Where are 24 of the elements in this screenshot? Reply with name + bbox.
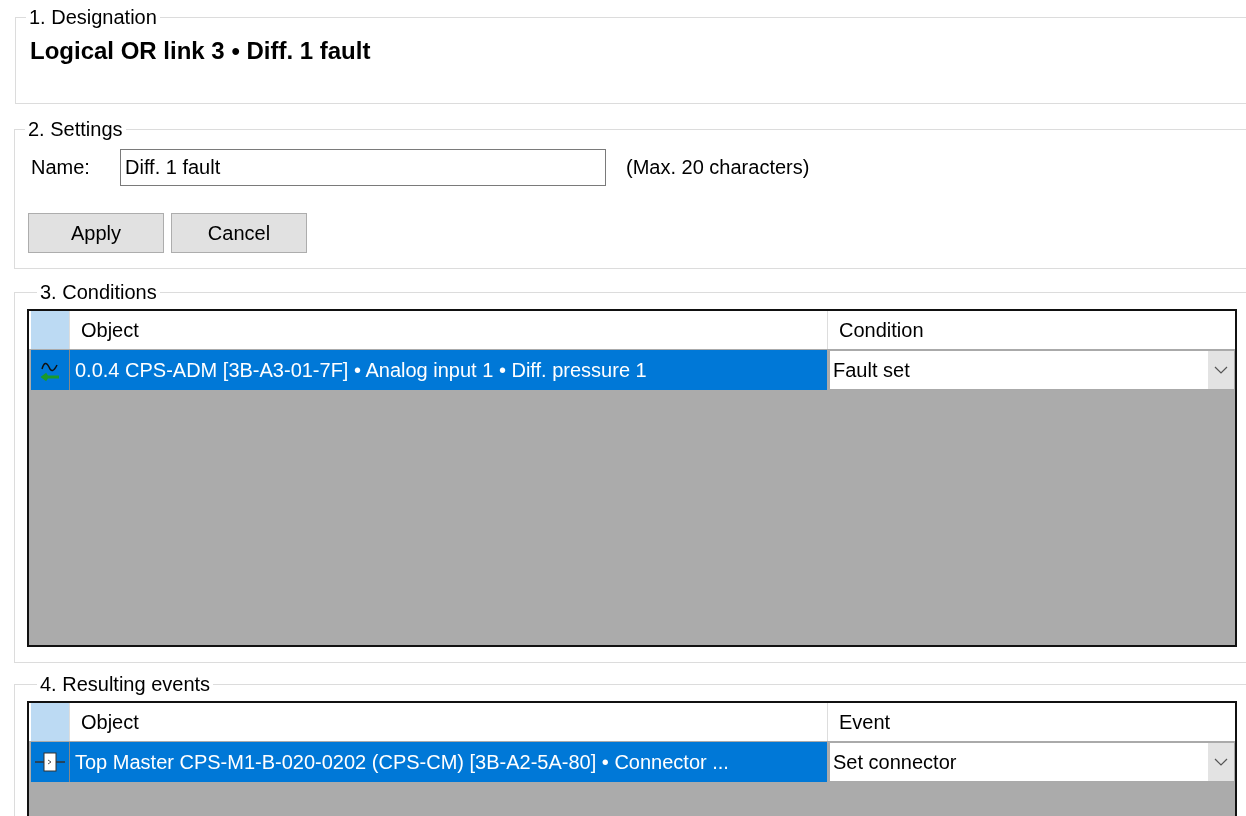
apply-button[interactable]: Apply bbox=[28, 213, 164, 253]
group-title: 3. Conditions bbox=[39, 281, 158, 304]
name-label: Name: bbox=[31, 156, 91, 179]
group-title: 2. Settings bbox=[27, 118, 124, 141]
column-header[interactable]: Condition bbox=[827, 311, 1235, 349]
object-cell[interactable]: 0.0.4 CPS-ADM [3B-A3-01-7F] • Analog input 1 • Diff. pressure 1 bbox=[70, 350, 827, 390]
hint-text: (Max. 20 characters) bbox=[626, 156, 810, 179]
chevron-down-icon bbox=[1214, 758, 1228, 766]
header-corner bbox=[31, 703, 70, 741]
group-title: 1. Designation bbox=[28, 6, 158, 29]
connector-icon bbox=[35, 750, 65, 774]
group-title: 4. Resulting events bbox=[39, 673, 212, 696]
column-header[interactable]: Event bbox=[827, 703, 1235, 741]
dropdown-field[interactable]: Fault set bbox=[829, 350, 1235, 390]
header-corner bbox=[31, 311, 70, 349]
name-field[interactable]: Diff. 1 fault bbox=[120, 149, 606, 186]
chevron-down-icon bbox=[1214, 366, 1228, 374]
designation-title: Logical OR link 3 • Diff. 1 fault bbox=[29, 36, 372, 65]
cancel-button[interactable]: Cancel bbox=[171, 213, 307, 253]
column-header[interactable]: Object bbox=[70, 311, 827, 349]
row-header[interactable] bbox=[31, 742, 70, 782]
column-header[interactable]: Object bbox=[70, 703, 827, 741]
dropdown-field[interactable]: Set connector bbox=[829, 742, 1235, 782]
object-cell[interactable]: Top Master CPS-M1-B-020-0202 (CPS-CM) [3B-A2-5A-80] • Connector ... bbox=[70, 742, 827, 782]
